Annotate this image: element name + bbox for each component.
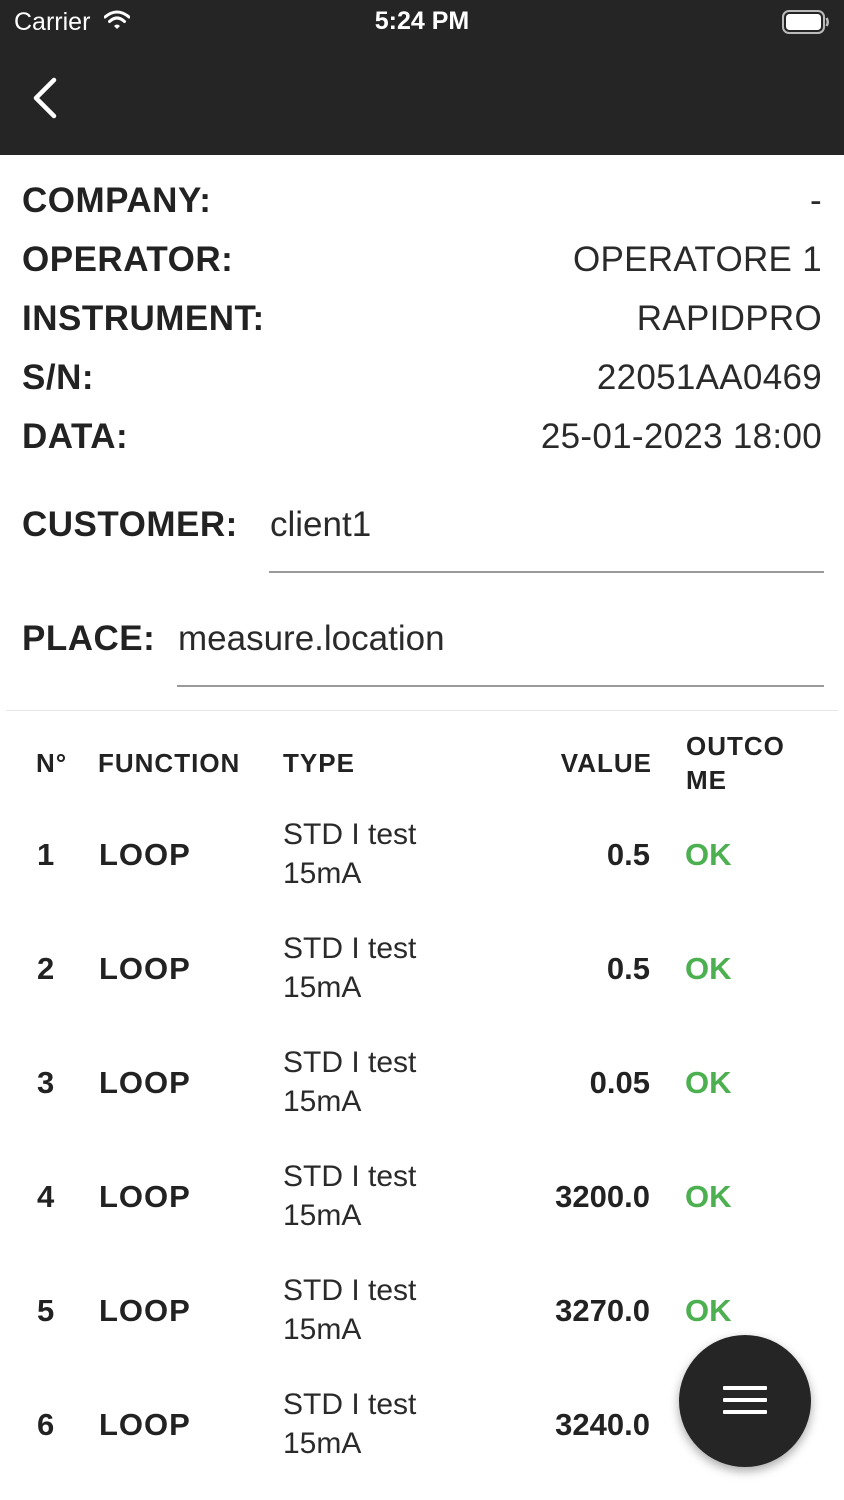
row-type-line2: 15mA (283, 1313, 362, 1346)
place-label: PLACE: (22, 619, 156, 658)
row-outcome: OK (685, 1179, 732, 1214)
status-time: 5:24 PM (374, 7, 470, 35)
serial-label: S/N: (22, 358, 94, 397)
company-value: - (810, 181, 822, 220)
row-type-line2: 15mA (283, 1199, 362, 1232)
header-number: N° (36, 748, 68, 778)
row-type: STD I test 15mA (283, 1043, 483, 1121)
row-function: LOOP (99, 1179, 191, 1214)
date-value: 25-01-2023 18:00 (540, 417, 822, 456)
info-row-date: DATA: 25-01-2023 18:00 (22, 417, 822, 457)
instrument-label: INSTRUMENT: (22, 299, 265, 338)
row-function: LOOP (99, 1407, 191, 1442)
header-value: VALUE (560, 748, 652, 778)
chevron-left-icon (33, 77, 57, 119)
row-type: STD I test 15mA (283, 815, 483, 893)
header-outcome-line1: OUTCO (686, 731, 785, 761)
table-row[interactable]: 2 LOOP STD I test 15mA 0.5 OK (0, 927, 844, 1041)
row-type: STD I test 15mA (283, 1271, 483, 1349)
hamburger-menu-icon (723, 1386, 767, 1414)
operator-value: OPERATORE 1 (572, 240, 822, 279)
header-outcome-line2: ME (686, 765, 727, 795)
info-row-instrument: INSTRUMENT: RAPIDPRO (22, 299, 822, 339)
row-value: 3200.0 (555, 1179, 650, 1214)
row-number: 6 (37, 1407, 55, 1442)
operator-label: OPERATOR: (22, 240, 234, 279)
row-outcome: OK (685, 1065, 732, 1100)
row-type-line2: 15mA (283, 971, 362, 1004)
customer-field[interactable]: client1 (270, 505, 371, 545)
place-field[interactable]: measure.location (178, 619, 445, 659)
row-number: 3 (37, 1065, 55, 1100)
row-value: 3270.0 (555, 1293, 650, 1328)
date-label: DATA: (22, 417, 129, 456)
row-function: LOOP (99, 837, 191, 872)
row-outcome: OK (685, 837, 732, 872)
row-type-line1: STD I test (283, 1046, 417, 1079)
instrument-value: RAPIDPRO (636, 299, 822, 338)
header-function: FUNCTION (98, 748, 241, 778)
row-type-line1: STD I test (283, 1388, 417, 1421)
row-type: STD I test 15mA (283, 929, 483, 1007)
row-type: STD I test 15mA (283, 1385, 483, 1463)
place-field-underline (177, 685, 824, 687)
table-row[interactable]: 3 LOOP STD I test 15mA 0.05 OK (0, 1041, 844, 1155)
row-function: LOOP (99, 1065, 191, 1100)
row-type-line1: STD I test (283, 1274, 417, 1307)
table-row[interactable]: 4 LOOP STD I test 15mA 3200.0 OK (0, 1155, 844, 1269)
row-type-line2: 15mA (283, 1085, 362, 1118)
company-label: COMPANY: (22, 181, 212, 220)
row-type: STD I test 15mA (283, 1157, 483, 1235)
customer-label: CUSTOMER: (22, 505, 238, 544)
row-type-line1: STD I test (283, 1160, 417, 1193)
info-row-company: COMPANY: - (22, 181, 822, 221)
menu-fab-button[interactable] (679, 1335, 811, 1467)
info-row-serial: S/N: 22051AA0469 (22, 358, 822, 398)
row-outcome: OK (685, 951, 732, 986)
header-type: TYPE (283, 748, 355, 778)
row-value: 0.05 (589, 1065, 650, 1100)
row-type-line1: STD I test (283, 818, 417, 851)
divider (6, 710, 838, 711)
row-function: LOOP (99, 1293, 191, 1328)
battery-icon (782, 10, 830, 39)
info-row-operator: OPERATOR: OPERATORE 1 (22, 240, 822, 280)
table-row[interactable]: 1 LOOP STD I test 15mA 0.5 OK (0, 813, 844, 927)
row-value: 3240.0 (555, 1407, 650, 1442)
row-outcome: OK (685, 1293, 732, 1328)
row-value: 0.5 (606, 837, 650, 872)
row-type-line2: 15mA (283, 1427, 362, 1460)
row-number: 4 (37, 1179, 55, 1214)
top-app-bar: Carrier 5:24 PM (0, 0, 844, 155)
back-button[interactable] (30, 76, 70, 122)
serial-value: 22051AA0469 (596, 358, 822, 397)
row-number: 2 (37, 951, 55, 986)
row-function: LOOP (99, 951, 191, 986)
row-type-line1: STD I test (283, 932, 417, 965)
customer-field-underline (269, 571, 824, 573)
row-value: 0.5 (606, 951, 650, 986)
row-number: 5 (37, 1293, 55, 1328)
status-bar: Carrier 5:24 PM (0, 0, 844, 44)
row-number: 1 (37, 837, 55, 872)
row-type-line2: 15mA (283, 857, 362, 890)
